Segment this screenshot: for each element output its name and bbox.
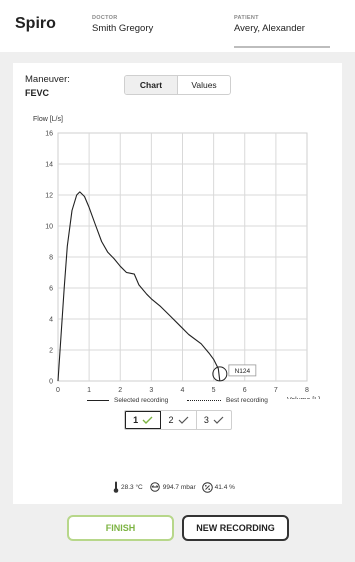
x-tick-label: 6 [243, 387, 247, 394]
doctor-name: Smith Gregory [92, 23, 154, 34]
x-tick-label: 3 [149, 387, 153, 394]
maneuver-label: Maneuver: [25, 74, 70, 85]
trial-2[interactable]: 2 [161, 411, 197, 429]
y-tick-label: 4 [49, 317, 53, 324]
y-tick-label: 6 [49, 286, 53, 293]
legend-best-label: Best recording [226, 397, 268, 404]
x-tick-label: 2 [118, 387, 122, 394]
maneuver-value: FEVC [25, 88, 50, 98]
tab-values[interactable]: Values [178, 76, 230, 94]
patient-label: PATIENT [234, 15, 259, 21]
marker-label: N124 [235, 368, 251, 375]
legend-best: Best recording [187, 397, 268, 404]
pressure-reading: 994.7 mbar [149, 482, 196, 492]
trial-1-label: 1 [133, 415, 139, 425]
legend-solid-line [87, 400, 109, 401]
patient-underline [234, 46, 330, 48]
view-toggle: Chart Values [124, 75, 231, 95]
trial-3[interactable]: 3 [197, 411, 231, 429]
temperature-value: 28.3 °C [121, 483, 143, 491]
app-header: Spiro DOCTOR Smith Gregory PATIENT Avery… [0, 0, 355, 52]
finish-button[interactable]: FINISH [67, 515, 174, 541]
check-icon [142, 416, 153, 424]
trial-selector: 1 2 3 [124, 410, 232, 430]
legend-selected-label: Selected recording [114, 397, 169, 404]
patient-info[interactable]: PATIENT Avery, Alexander [234, 15, 305, 34]
x-tick-label: 0 [56, 387, 60, 394]
x-tick-label: 4 [181, 387, 185, 394]
environment-info: 28.3 °C 994.7 mbar 41.4 % [113, 481, 241, 493]
legend-dotted-line [187, 400, 221, 401]
thermometer-icon [113, 481, 119, 493]
trial-1[interactable]: 1 [125, 411, 162, 429]
x-axis-label: Volume [L] [287, 397, 320, 399]
temperature-reading: 28.3 °C [113, 481, 143, 493]
y-tick-label: 10 [45, 224, 53, 231]
x-tick-label: 5 [212, 387, 216, 394]
doctor-label: DOCTOR [92, 15, 118, 21]
check-icon [213, 416, 224, 424]
tab-chart[interactable]: Chart [125, 76, 178, 94]
x-tick-label: 8 [305, 387, 309, 394]
trial-2-label: 2 [168, 415, 174, 425]
flow-volume-chart: 0123456780246810121416Flow [L/s]Volume [… [33, 116, 320, 399]
trial-3-label: 3 [203, 415, 209, 425]
x-tick-label: 1 [87, 387, 91, 394]
humidity-icon [201, 481, 213, 493]
pressure-gauge-icon [149, 482, 160, 492]
recording-card: Maneuver: FEVC Chart Values 012345678024… [13, 63, 342, 504]
humidity-reading: 41.4 % [201, 481, 235, 493]
x-tick-label: 7 [274, 387, 278, 394]
series-line-selected [57, 191, 221, 382]
y-tick-label: 2 [49, 348, 53, 355]
y-tick-label: 8 [49, 255, 53, 262]
humidity-value: 41.4 % [214, 483, 235, 491]
app-title: Spiro [15, 15, 56, 32]
y-tick-label: 14 [45, 162, 53, 169]
y-tick-label: 16 [45, 131, 53, 138]
legend-selected: Selected recording [87, 397, 168, 404]
y-axis-label: Flow [L/s] [33, 116, 63, 123]
pressure-value: 994.7 mbar [162, 483, 196, 491]
new-recording-button[interactable]: NEW RECORDING [182, 515, 289, 541]
check-icon [178, 416, 188, 424]
y-tick-label: 12 [45, 193, 53, 200]
patient-name: Avery, Alexander [234, 23, 305, 34]
doctor-info: DOCTOR Smith Gregory [92, 15, 153, 34]
y-tick-label: 0 [49, 379, 53, 386]
